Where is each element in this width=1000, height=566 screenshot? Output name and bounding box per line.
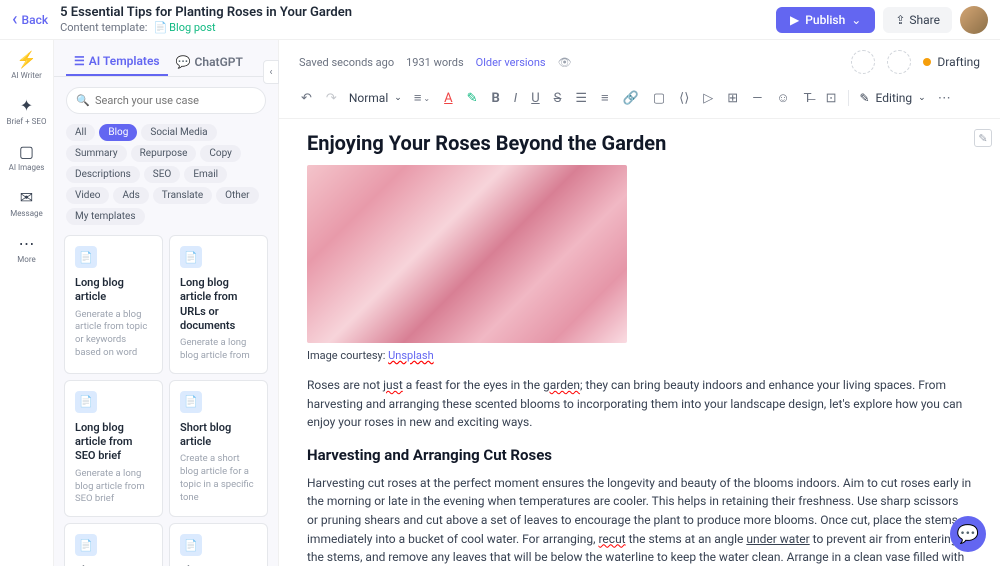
share-button[interactable]: ⇪ Share <box>883 7 952 33</box>
tab-ai-templates[interactable]: ☰ AI Templates <box>66 48 168 76</box>
doc-icon: 📄 <box>75 246 97 268</box>
rail-ai-images[interactable]: ▢AI Images <box>9 142 45 172</box>
template-card[interactable]: 📄Blog post introductionGenerate an intro… <box>169 523 268 566</box>
eye-icon[interactable]: 👁 <box>558 56 572 69</box>
chip-repurpose[interactable]: Repurpose <box>131 145 197 162</box>
underline-button[interactable]: U <box>529 89 541 108</box>
doc-heading-2[interactable]: Harvesting and Arranging Cut Roses <box>307 446 972 464</box>
play-button[interactable]: ▷ <box>701 89 715 108</box>
bold-button[interactable]: B <box>490 89 502 108</box>
subtitle-prefix: Content template: <box>60 21 147 34</box>
chip-summary[interactable]: Summary <box>66 145 127 162</box>
rail-ai-writer[interactable]: ⚡AI Writer <box>11 50 42 80</box>
doc-heading-1[interactable]: Enjoying Your Roses Beyond the Garden <box>307 131 972 155</box>
word-count: 1931 words <box>406 56 464 69</box>
editing-mode-select[interactable]: ✎ Editing ⌄ <box>859 91 925 105</box>
collapse-panel-button[interactable]: ‹ <box>263 60 279 84</box>
save-status: Saved seconds ago <box>299 56 394 69</box>
align-button[interactable]: ≡ ⌄ <box>412 88 432 108</box>
add-image-icon[interactable] <box>887 50 911 74</box>
back-button[interactable]: Back <box>12 9 48 30</box>
doc-icon: 📄 <box>180 534 202 556</box>
add-member-icon[interactable] <box>851 50 875 74</box>
doc-paragraph[interactable]: Roses are not just a feast for the eyes … <box>307 376 972 432</box>
tab-chatgpt[interactable]: 💬 ChatGPT <box>168 49 251 75</box>
chip-blog[interactable]: Blog <box>99 124 137 141</box>
template-card[interactable]: 📄Blog post outlineGenerate a blog post b… <box>64 523 163 566</box>
italic-button[interactable]: I <box>512 89 519 108</box>
chip-all[interactable]: All <box>66 124 95 141</box>
left-rail: ⚡AI Writer ✦Brief + SEO ▢AI Images ✉Mess… <box>0 40 54 566</box>
intercom-button[interactable]: 💬 <box>950 516 986 552</box>
more-toolbar-button[interactable]: ⋯ <box>936 89 953 108</box>
doc-icon: 📄 <box>75 391 97 413</box>
avatar[interactable] <box>960 6 988 34</box>
bullet-list-button[interactable]: ☰ <box>573 89 589 108</box>
link-button[interactable]: 🔗 <box>621 89 641 108</box>
chip-copy[interactable]: Copy <box>200 145 241 162</box>
editor-toolbar: ↶ ↷ Normal ⌄ ≡ ⌄ A ✎ B I U S ☰ ≡ 🔗 ▢ ⟨⟩ … <box>279 84 1000 119</box>
rail-brief-seo[interactable]: ✦Brief + SEO <box>7 96 47 126</box>
older-versions-link[interactable]: Older versions <box>476 56 546 69</box>
rail-message[interactable]: ✉Message <box>10 188 43 218</box>
chip-my-templates[interactable]: My templates <box>66 208 145 225</box>
chip-other[interactable]: Other <box>216 187 258 204</box>
chip-translate[interactable]: Translate <box>153 187 212 204</box>
doc-paragraph[interactable]: Harvesting cut roses at the perfect mome… <box>307 474 972 566</box>
search-icon: 🔍 <box>76 94 90 107</box>
doc-icon: 📄 <box>180 391 202 413</box>
chip-ads[interactable]: Ads <box>113 187 148 204</box>
doc-icon: 📄 <box>180 246 202 268</box>
table-button[interactable]: ⊞ <box>725 89 740 108</box>
chip-descriptions[interactable]: Descriptions <box>66 166 140 183</box>
target-icon: ✦ <box>20 96 33 115</box>
chip-video[interactable]: Video <box>66 187 109 204</box>
image-icon: ▢ <box>19 142 34 161</box>
status-badge: Drafting <box>923 55 980 69</box>
embed-button[interactable]: ⟨⟩ <box>677 89 691 108</box>
page-title: 5 Essential Tips for Planting Roses in Y… <box>60 5 768 20</box>
hr-button[interactable]: ― <box>750 89 764 108</box>
style-select[interactable]: Normal ⌄ <box>349 91 402 105</box>
image-button[interactable]: ▢ <box>651 89 667 108</box>
unsplash-link[interactable]: Unsplash <box>388 349 433 362</box>
doc-icon: 📄 <box>75 534 97 556</box>
chip-email[interactable]: Email <box>184 166 227 183</box>
highlight-button[interactable]: ✎ <box>465 89 480 108</box>
template-link[interactable]: 📄 Blog post <box>153 21 215 34</box>
text-color-button[interactable]: A <box>442 89 454 108</box>
template-card[interactable]: 📄Long blog article from SEO briefGenerat… <box>64 380 163 517</box>
redo-button[interactable]: ↷ <box>324 89 339 108</box>
template-card[interactable]: 📄Long blog articleGenerate a blog articl… <box>64 235 163 374</box>
chip-seo[interactable]: SEO <box>144 166 181 183</box>
rail-more[interactable]: ⋯More <box>17 234 35 264</box>
clear-button[interactable]: T̶ <box>802 88 814 108</box>
filter-chips: All Blog Social Media Summary Repurpose … <box>54 124 278 235</box>
add-note-button[interactable]: ✎ <box>974 129 992 147</box>
mail-icon: ✉ <box>20 188 33 207</box>
number-list-button[interactable]: ≡ <box>599 88 611 108</box>
publish-button[interactable]: ▶ Publish ⌄ <box>776 7 875 33</box>
more-icon: ⋯ <box>19 234 35 253</box>
doc-image[interactable] <box>307 165 627 343</box>
quote-button[interactable]: ⊡ <box>824 89 839 108</box>
bolt-icon: ⚡ <box>17 50 37 69</box>
strike-button[interactable]: S <box>552 89 564 108</box>
search-input[interactable] <box>66 87 266 114</box>
template-card[interactable]: 📄Long blog article from URLs or document… <box>169 235 268 374</box>
undo-button[interactable]: ↶ <box>299 89 314 108</box>
emoji-button[interactable]: ☺ <box>774 88 791 108</box>
chip-social-media[interactable]: Social Media <box>141 124 216 141</box>
template-card[interactable]: 📄Short blog articleCreate a short blog a… <box>169 380 268 517</box>
image-caption[interactable]: Image courtesy: Unsplash <box>307 349 972 362</box>
